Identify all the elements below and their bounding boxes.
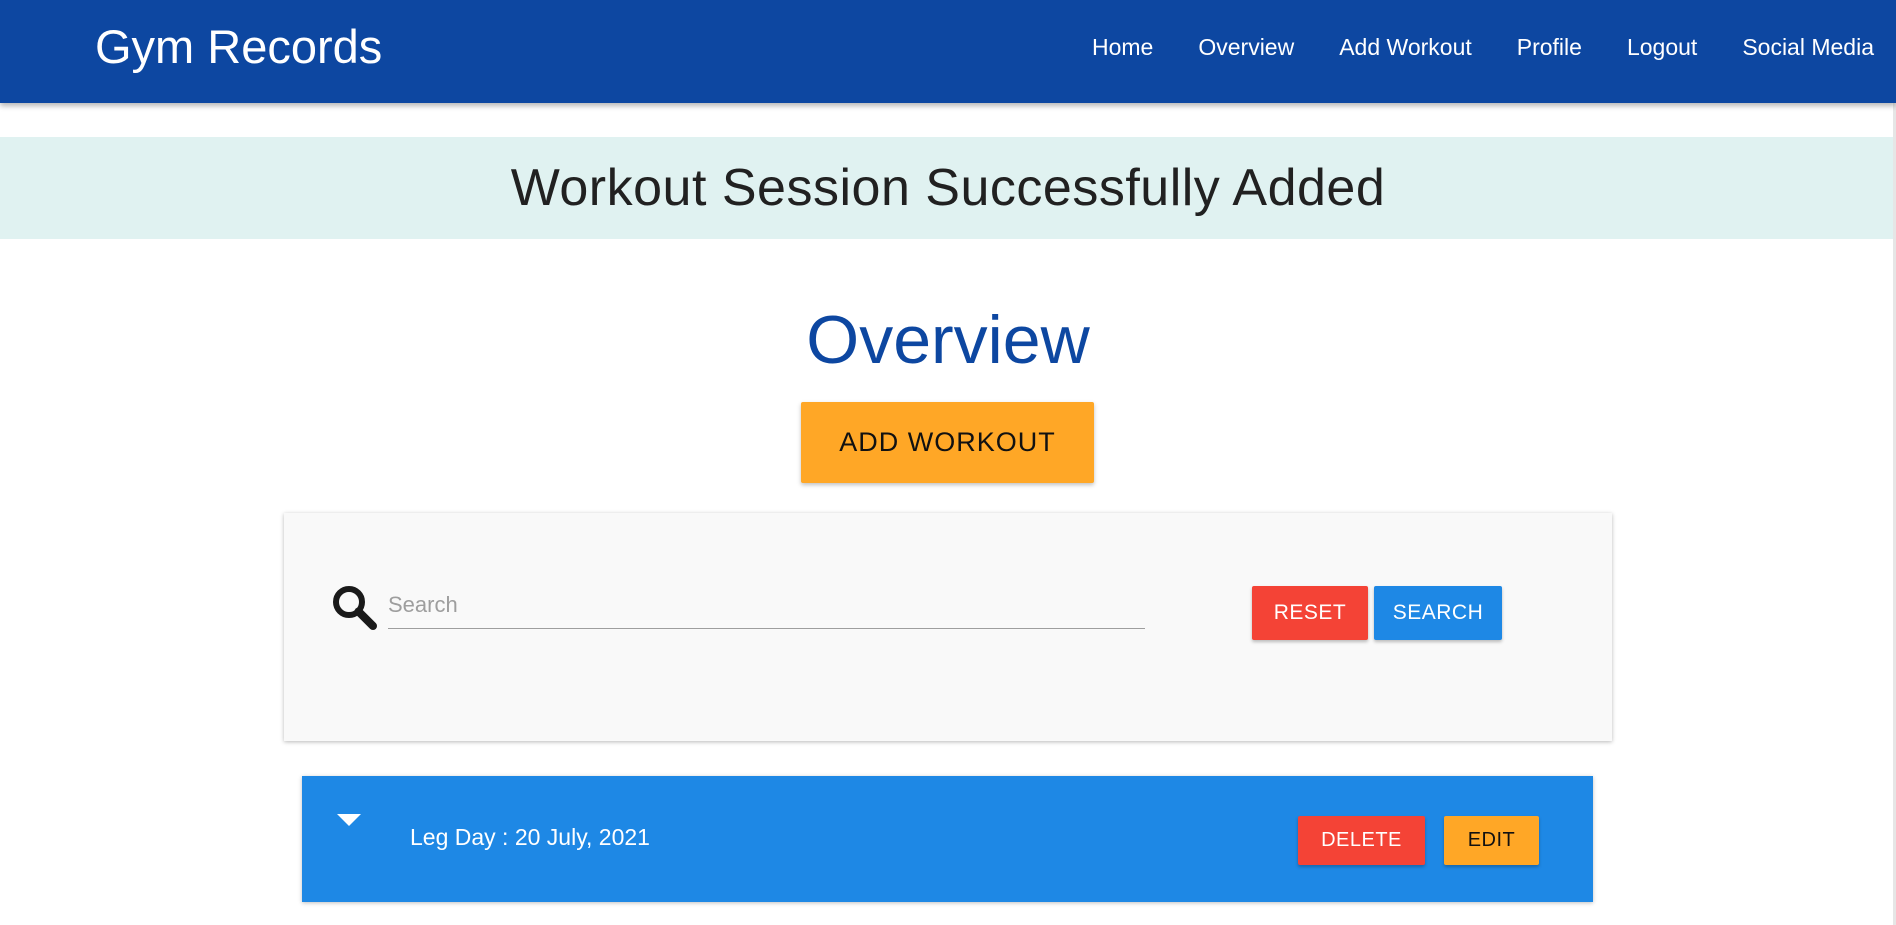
delete-workout-button[interactable]: DELETE [1298,816,1425,865]
nav-link-overview[interactable]: Overview [1198,34,1294,60]
nav-item-overview: Overview [1198,34,1294,61]
nav-links: Home Overview Add Workout Profile Logout… [1047,0,1874,94]
nav-link-add-workout[interactable]: Add Workout [1339,34,1472,60]
edit-workout-button[interactable]: EDIT [1444,816,1539,865]
navbar: Gym Records Home Overview Add Workout Pr… [0,0,1896,103]
reset-button[interactable]: RESET [1252,586,1368,640]
search-icon [330,583,378,631]
nav-link-home[interactable]: Home [1092,34,1153,60]
nav-item-profile: Profile [1517,34,1582,61]
nav-item-logout: Logout [1627,34,1697,61]
nav-link-profile[interactable]: Profile [1517,34,1582,60]
add-workout-button[interactable]: ADD WORKOUT [801,402,1094,483]
nav-link-logout[interactable]: Logout [1627,34,1697,60]
flash-message-text: Workout Session Successfully Added [510,159,1386,217]
search-input[interactable] [388,581,1145,629]
caret-down-icon[interactable] [336,812,362,828]
nav-link-social-media[interactable]: Social Media [1742,34,1874,60]
flash-message-banner: Workout Session Successfully Added [0,137,1896,239]
search-button[interactable]: SEARCH [1374,586,1502,640]
search-card: RESET SEARCH [284,513,1612,741]
brand-logo[interactable]: Gym Records [95,18,382,76]
workout-title: Leg Day : 20 July, 2021 [410,824,650,850]
nav-item-social-media: Social Media [1742,34,1874,61]
nav-item-home: Home [1092,34,1153,61]
nav-item-add-workout: Add Workout [1339,34,1472,61]
workout-item-header[interactable]: Leg Day : 20 July, 2021 DELETE EDIT [302,776,1593,902]
page-title: Overview [806,302,1090,378]
